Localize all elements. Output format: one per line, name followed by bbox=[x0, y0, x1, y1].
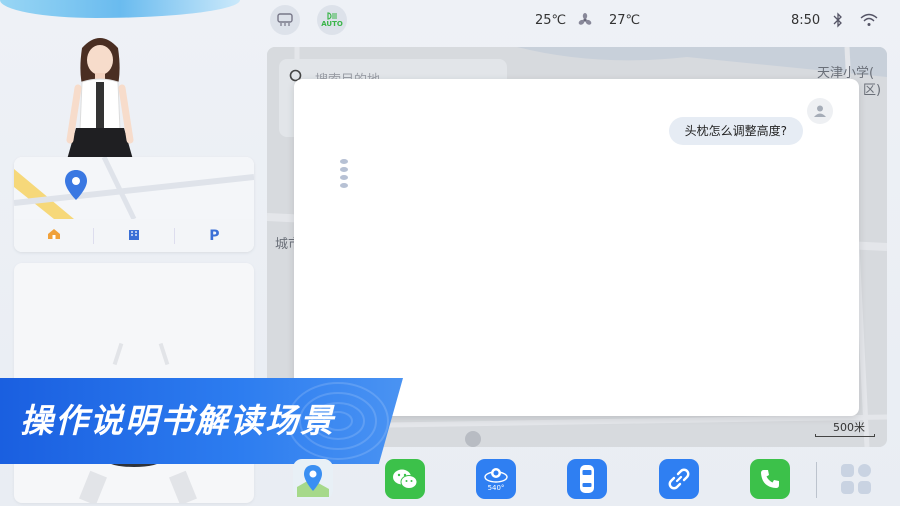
location-pin-icon bbox=[64, 169, 88, 205]
assistant-chat-dialog[interactable]: 头枕怎么调整高度? bbox=[294, 79, 859, 416]
mini-map[interactable] bbox=[14, 157, 254, 221]
camera-540-icon[interactable]: 540° bbox=[476, 459, 516, 499]
lane-marking bbox=[169, 470, 197, 503]
map-scale-bar bbox=[815, 434, 875, 437]
nav-shortcuts: P bbox=[14, 219, 254, 252]
lane-marking bbox=[158, 342, 170, 366]
auto-label: AUTO bbox=[321, 20, 343, 28]
driver-temp[interactable]: 25℃ bbox=[535, 13, 566, 28]
home-shortcut[interactable] bbox=[14, 228, 93, 244]
bluetooth-icon bbox=[833, 12, 843, 32]
map-app-icon[interactable] bbox=[293, 459, 333, 499]
company-icon bbox=[128, 229, 139, 240]
headlight-icon bbox=[327, 12, 337, 20]
decorative-wave bbox=[0, 0, 240, 18]
lane-marking bbox=[79, 470, 107, 503]
passenger-temp[interactable]: 27℃ bbox=[609, 13, 640, 28]
district-label: 区) bbox=[863, 83, 882, 98]
rear-defrost-icon bbox=[277, 13, 293, 26]
company-shortcut[interactable] bbox=[93, 227, 173, 244]
parking-shortcut[interactable]: P bbox=[173, 227, 254, 244]
user-avatar-icon bbox=[807, 98, 833, 124]
typing-indicator-icon bbox=[340, 159, 348, 188]
wechat-icon[interactable] bbox=[385, 459, 425, 499]
camera-540-label: 540° bbox=[487, 484, 505, 492]
car-icon[interactable] bbox=[567, 459, 607, 499]
home-icon bbox=[47, 228, 60, 239]
wifi-icon bbox=[860, 12, 878, 31]
user-message-bubble: 头枕怎么调整高度? bbox=[668, 117, 803, 145]
lane-marking bbox=[112, 342, 124, 366]
phone-icon[interactable] bbox=[750, 459, 790, 499]
auto-headlight-button[interactable]: AUTO bbox=[317, 5, 347, 35]
link-icon[interactable] bbox=[659, 459, 699, 499]
scene-banner-title: 操作说明书解读场景 bbox=[20, 401, 335, 440]
dock-separator bbox=[816, 462, 817, 498]
rear-defrost-button[interactable] bbox=[270, 5, 300, 35]
navigation-card[interactable]: P bbox=[14, 157, 254, 252]
fan-icon[interactable] bbox=[577, 12, 593, 32]
map-scale-label: 500米 bbox=[833, 421, 865, 434]
apps-grid-icon[interactable] bbox=[840, 463, 872, 495]
clock: 8:50 bbox=[791, 13, 821, 28]
